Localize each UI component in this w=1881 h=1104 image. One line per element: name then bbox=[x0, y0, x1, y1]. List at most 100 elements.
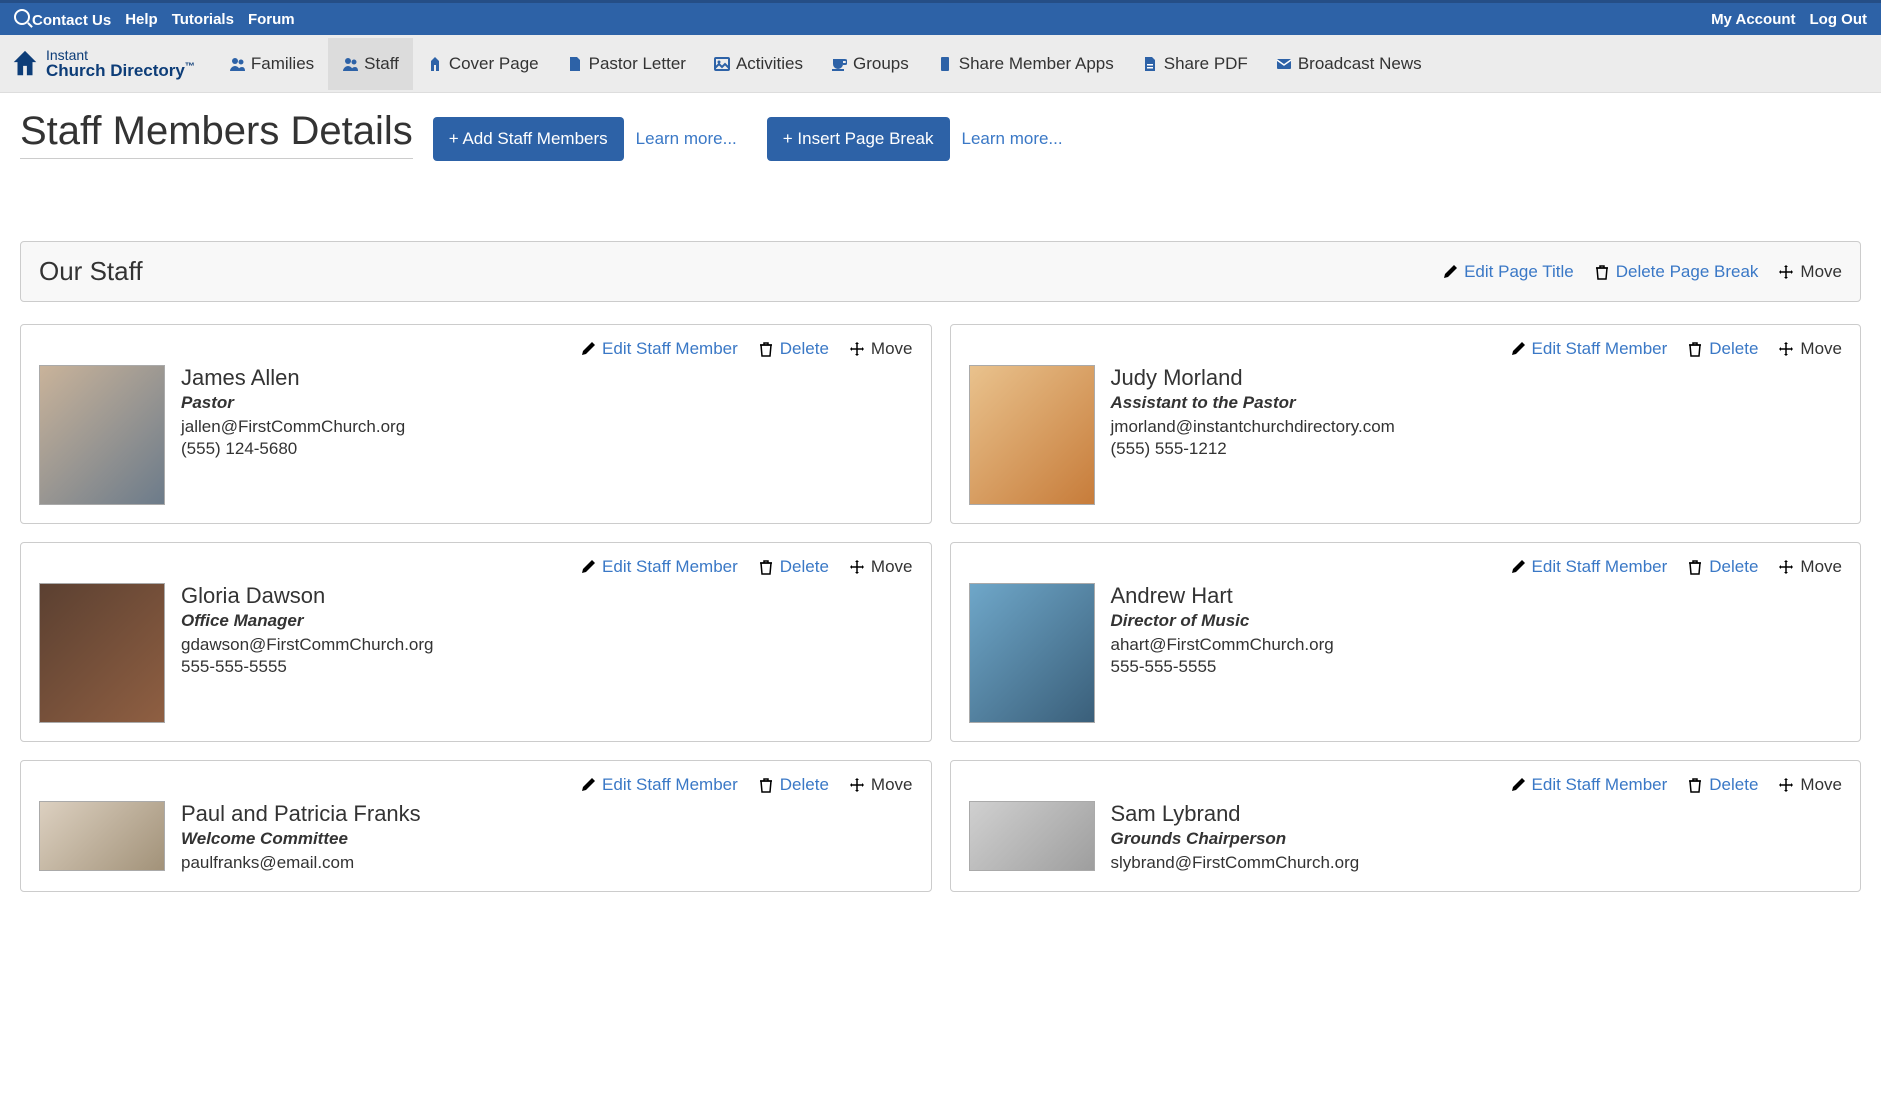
log-out-link[interactable]: Log Out bbox=[1810, 11, 1867, 28]
nav-groups[interactable]: Groups bbox=[817, 38, 923, 90]
users-icon bbox=[342, 56, 358, 72]
avatar bbox=[969, 801, 1095, 871]
avatar bbox=[39, 583, 165, 723]
nav-cover-page[interactable]: Cover Page bbox=[413, 38, 553, 90]
edit-page-title-link[interactable]: Edit Page Title bbox=[1442, 262, 1574, 282]
staff-email: paulfranks@email.com bbox=[181, 853, 421, 873]
delete-staff-link[interactable]: Delete bbox=[1687, 775, 1758, 795]
edit-staff-link[interactable]: Edit Staff Member bbox=[580, 775, 738, 795]
pencil-icon bbox=[580, 341, 596, 357]
help-link[interactable]: Help bbox=[125, 11, 158, 28]
cup-icon bbox=[831, 56, 847, 72]
contact-us-link[interactable]: Contact Us bbox=[14, 9, 111, 29]
nav-label: Cover Page bbox=[449, 54, 539, 74]
pencil-icon bbox=[580, 559, 596, 575]
move-icon bbox=[1778, 264, 1794, 280]
nav-share-member-apps[interactable]: Share Member Apps bbox=[923, 38, 1128, 90]
move-staff-handle[interactable]: Move bbox=[1778, 775, 1842, 795]
logo-line1: Instant bbox=[46, 48, 195, 62]
staff-role: Director of Music bbox=[1111, 611, 1334, 631]
avatar bbox=[969, 365, 1095, 505]
pencil-icon bbox=[1510, 559, 1526, 575]
move-icon bbox=[849, 777, 865, 793]
trash-icon bbox=[758, 559, 774, 575]
forum-link[interactable]: Forum bbox=[248, 11, 295, 28]
edit-staff-link[interactable]: Edit Staff Member bbox=[1510, 339, 1668, 359]
staff-email: jallen@FirstCommChurch.org bbox=[181, 417, 405, 437]
edit-staff-link[interactable]: Edit Staff Member bbox=[580, 339, 738, 359]
learn-more-break[interactable]: Learn more... bbox=[962, 129, 1063, 149]
staff-role: Grounds Chairperson bbox=[1111, 829, 1360, 849]
tutorials-link[interactable]: Tutorials bbox=[172, 11, 234, 28]
move-staff-handle[interactable]: Move bbox=[849, 557, 913, 577]
staff-card: Edit Staff Member Delete Move James Alle… bbox=[20, 324, 932, 524]
staff-name: Gloria Dawson bbox=[181, 583, 434, 609]
move-staff-handle[interactable]: Move bbox=[1778, 557, 1842, 577]
pencil-icon bbox=[1510, 777, 1526, 793]
pencil-icon bbox=[1442, 264, 1458, 280]
add-staff-button[interactable]: + Add Staff Members bbox=[433, 117, 624, 161]
insert-page-break-button[interactable]: + Insert Page Break bbox=[767, 117, 950, 161]
image-icon bbox=[714, 56, 730, 72]
staff-card: Edit Staff Member Delete Move Sam Lybran… bbox=[950, 760, 1862, 892]
move-section-handle[interactable]: Move bbox=[1778, 262, 1842, 282]
move-staff-handle[interactable]: Move bbox=[1778, 339, 1842, 359]
move-icon bbox=[1778, 341, 1794, 357]
trash-icon bbox=[758, 341, 774, 357]
staff-role: Pastor bbox=[181, 393, 405, 413]
staff-card: Edit Staff Member Delete Move Judy Morla… bbox=[950, 324, 1862, 524]
edit-staff-link[interactable]: Edit Staff Member bbox=[1510, 557, 1668, 577]
nav-label: Families bbox=[251, 54, 314, 74]
nav-staff[interactable]: Staff bbox=[328, 38, 413, 90]
trash-icon bbox=[1687, 559, 1703, 575]
nav-pastor-letter[interactable]: Pastor Letter bbox=[553, 38, 700, 90]
staff-role: Office Manager bbox=[181, 611, 434, 631]
my-account-link[interactable]: My Account bbox=[1711, 11, 1795, 28]
learn-more-add[interactable]: Learn more... bbox=[636, 129, 737, 149]
staff-phone: (555) 555-1212 bbox=[1111, 439, 1395, 459]
phone-icon bbox=[937, 56, 953, 72]
delete-staff-link[interactable]: Delete bbox=[758, 339, 829, 359]
move-staff-handle[interactable]: Move bbox=[849, 339, 913, 359]
search-icon bbox=[14, 9, 30, 25]
trash-icon bbox=[1687, 341, 1703, 357]
avatar bbox=[39, 801, 165, 871]
nav-broadcast-news[interactable]: Broadcast News bbox=[1262, 38, 1436, 90]
staff-card: Edit Staff Member Delete Move Andrew Har… bbox=[950, 542, 1862, 742]
page-header: Staff Members Details + Add Staff Member… bbox=[20, 109, 1861, 161]
delete-staff-link[interactable]: Delete bbox=[1687, 557, 1758, 577]
delete-staff-link[interactable]: Delete bbox=[758, 775, 829, 795]
nav-families[interactable]: Families bbox=[215, 38, 328, 90]
nav-label: Pastor Letter bbox=[589, 54, 686, 74]
logo-icon bbox=[10, 49, 40, 79]
avatar bbox=[969, 583, 1095, 723]
nav-label: Share PDF bbox=[1164, 54, 1248, 74]
move-icon bbox=[1778, 559, 1794, 575]
edit-staff-link[interactable]: Edit Staff Member bbox=[1510, 775, 1668, 795]
delete-staff-link[interactable]: Delete bbox=[758, 557, 829, 577]
trash-icon bbox=[1594, 264, 1610, 280]
section-bar: Our Staff Edit Page Title Delete Page Br… bbox=[20, 241, 1861, 302]
move-staff-handle[interactable]: Move bbox=[849, 775, 913, 795]
staff-name: Andrew Hart bbox=[1111, 583, 1334, 609]
delete-page-break-link[interactable]: Delete Page Break bbox=[1594, 262, 1759, 282]
trash-icon bbox=[1687, 777, 1703, 793]
edit-staff-link[interactable]: Edit Staff Member bbox=[580, 557, 738, 577]
main-nav: Instant Church Directory™ Families Staff C… bbox=[0, 35, 1881, 93]
staff-card: Edit Staff Member Delete Move Gloria Daw… bbox=[20, 542, 932, 742]
staff-card: Edit Staff Member Delete Move Paul and P… bbox=[20, 760, 932, 892]
staff-role: Welcome Committee bbox=[181, 829, 421, 849]
nav-activities[interactable]: Activities bbox=[700, 38, 817, 90]
move-icon bbox=[849, 559, 865, 575]
staff-email: slybrand@FirstCommChurch.org bbox=[1111, 853, 1360, 873]
staff-name: Paul and Patricia Franks bbox=[181, 801, 421, 827]
delete-staff-link[interactable]: Delete bbox=[1687, 339, 1758, 359]
file-icon bbox=[567, 56, 583, 72]
nav-share-pdf[interactable]: Share PDF bbox=[1128, 38, 1262, 90]
nav-label: Activities bbox=[736, 54, 803, 74]
trash-icon bbox=[758, 777, 774, 793]
staff-name: Sam Lybrand bbox=[1111, 801, 1360, 827]
church-icon bbox=[427, 56, 443, 72]
logo[interactable]: Instant Church Directory™ bbox=[10, 48, 195, 79]
staff-phone: 555-555-5555 bbox=[1111, 657, 1334, 677]
